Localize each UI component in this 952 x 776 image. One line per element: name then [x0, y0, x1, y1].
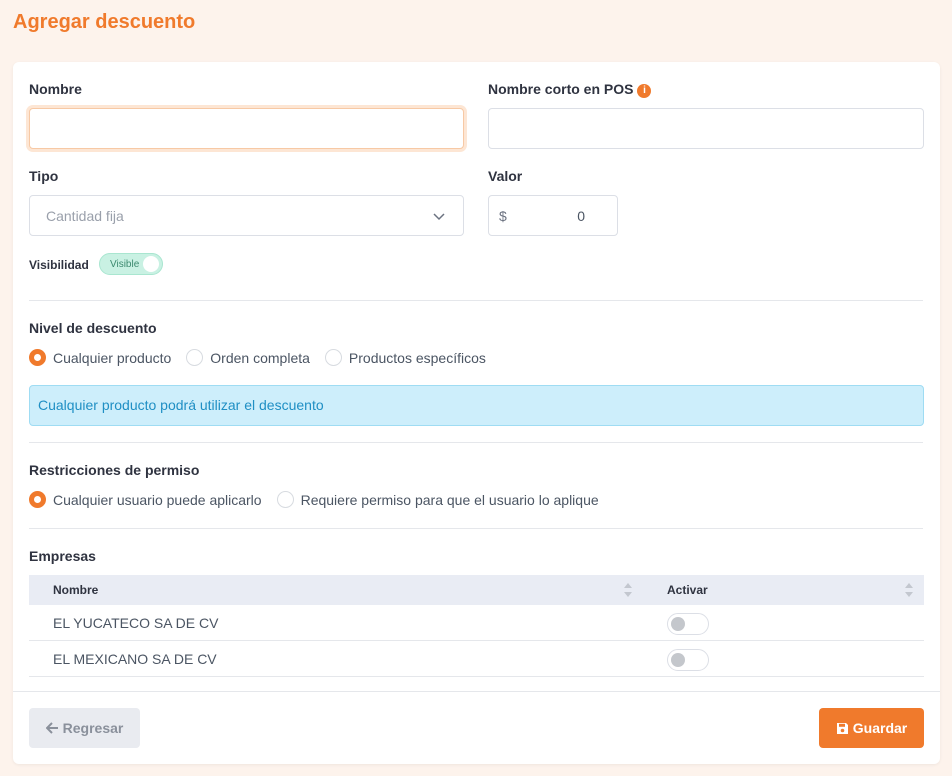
divider — [29, 528, 923, 529]
activar-toggle[interactable] — [667, 649, 709, 671]
radio-unchecked-icon[interactable] — [324, 349, 342, 366]
tipo-label: Tipo — [29, 168, 59, 184]
restriccion-option-label: Requiere permiso para que el usuario lo … — [300, 491, 599, 508]
divider — [29, 442, 923, 443]
save-button-label: Guardar — [852, 720, 908, 736]
save-button[interactable]: Guardar — [819, 708, 924, 748]
currency-prefix: $ — [499, 208, 507, 224]
empresas-title: Empresas — [29, 548, 96, 564]
restriccion-option-requiere-permiso[interactable]: Requiere permiso para que el usuario lo … — [276, 491, 599, 508]
footer-divider — [13, 691, 940, 692]
nivel-option-productos-especificos[interactable]: Productos específicos — [324, 349, 486, 366]
back-button-label: Regresar — [62, 720, 124, 736]
valor-value: 0 — [577, 208, 585, 224]
nombre-input[interactable] — [29, 108, 464, 149]
column-header-activar[interactable]: Activar — [667, 583, 708, 597]
column-header-nombre[interactable]: Nombre — [53, 583, 98, 597]
radio-unchecked-icon[interactable] — [276, 491, 294, 508]
divider — [29, 300, 923, 301]
arrow-left-icon — [45, 722, 58, 734]
table-row: EL MEXICANO SA DE CV — [29, 641, 924, 677]
nombre-corto-label: Nombre corto en POS i — [488, 81, 652, 98]
activar-toggle[interactable] — [667, 613, 709, 635]
nivel-option-label: Orden completa — [210, 349, 310, 366]
nivel-option-cualquier-producto[interactable]: Cualquier producto — [29, 349, 171, 366]
radio-checked-icon[interactable] — [29, 491, 46, 508]
toggle-knob — [143, 256, 159, 272]
nivel-option-label: Productos específicos — [348, 349, 486, 366]
page-title: Agregar descuento — [13, 11, 196, 33]
nombre-label: Nombre — [29, 81, 82, 97]
visibilidad-label: Visibilidad — [29, 258, 89, 272]
toggle-knob — [671, 617, 685, 631]
nivel-info-alert: Cualquier producto podrá utilizar el des… — [29, 385, 924, 426]
tipo-selected-value: Cantidad fija — [46, 208, 124, 224]
nivel-option-label: Cualquier producto — [53, 349, 172, 366]
visibilidad-toggle[interactable]: Visible — [99, 253, 163, 275]
valor-input[interactable]: $ 0 — [488, 195, 618, 236]
nivel-option-orden-completa[interactable]: Orden completa — [186, 349, 310, 366]
radio-checked-icon[interactable] — [29, 349, 46, 366]
restriccion-option-cualquier-usuario[interactable]: Cualquier usuario puede aplicarlo — [29, 491, 262, 508]
nivel-title: Nivel de descuento — [29, 320, 157, 336]
discount-form-card: Nombre Nombre corto en POS i Tipo Cantida… — [13, 62, 940, 764]
visibilidad-toggle-label: Visible — [110, 259, 140, 270]
radio-unchecked-icon[interactable] — [186, 349, 204, 366]
nombre-corto-label-text: Nombre corto en POS — [488, 81, 634, 97]
restricciones-radio-group: Cualquier usuario puede aplicarlo Requie… — [29, 491, 614, 508]
restriccion-option-label: Cualquier usuario puede aplicarlo — [53, 491, 262, 508]
tipo-select[interactable]: Cantidad fija — [29, 195, 464, 236]
back-button[interactable]: Regresar — [29, 708, 140, 748]
chevron-down-icon — [433, 213, 445, 221]
floppy-disk-icon — [836, 722, 848, 734]
nombre-corto-input[interactable] — [488, 108, 924, 149]
valor-label: Valor — [488, 168, 523, 184]
empresas-table-header: Nombre Activar — [29, 575, 924, 605]
toggle-knob — [671, 653, 685, 667]
restricciones-title: Restricciones de permiso — [29, 462, 200, 478]
table-row: EL YUCATECO SA DE CV — [29, 605, 924, 641]
info-icon[interactable]: i — [637, 84, 652, 98]
sort-icon[interactable] — [623, 581, 633, 599]
sort-icon[interactable] — [904, 581, 914, 599]
empresa-name: EL MEXICANO SA DE CV — [53, 651, 217, 667]
empresa-name: EL YUCATECO SA DE CV — [53, 615, 219, 631]
nivel-radio-group: Cualquier producto Orden completa Produc… — [29, 349, 501, 366]
